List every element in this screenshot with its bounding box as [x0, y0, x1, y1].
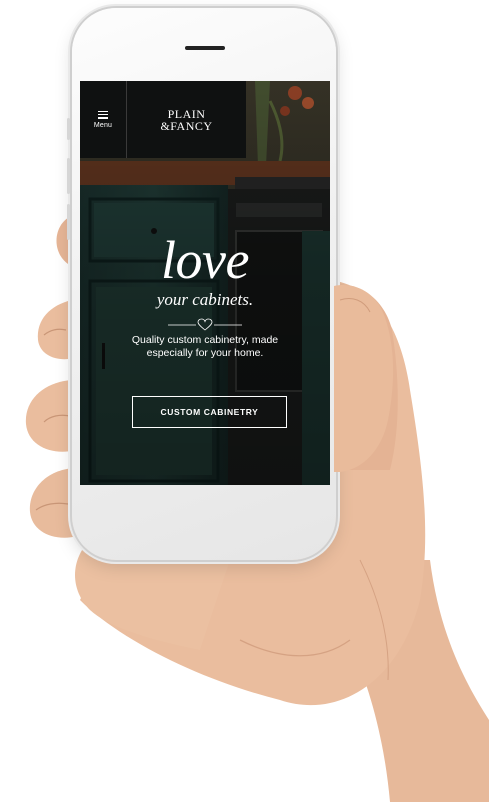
heart-icon [197, 318, 213, 331]
heart-divider [168, 318, 242, 331]
logo-line-2: &FANCY [160, 118, 213, 133]
logo-line-1: PLAIN [167, 106, 206, 121]
hero-title: love [161, 230, 249, 290]
menu-label: Menu [93, 121, 113, 129]
mute-switch [67, 118, 70, 140]
brand-logo[interactable]: PLAIN &FANCY [127, 81, 246, 158]
hero-description: Quality custom cabinetry, made especiall… [131, 334, 279, 359]
volume-down-button [67, 204, 70, 240]
phone-speaker [185, 46, 225, 50]
phone-screen: Menu PLAIN &FANCY love your cabinets. Qu… [80, 81, 330, 485]
volume-up-button [67, 158, 70, 194]
menu-icon [98, 110, 108, 119]
smartphone: Menu PLAIN &FANCY love your cabinets. Qu… [67, 8, 336, 560]
site-header: Menu PLAIN &FANCY [80, 81, 246, 158]
menu-button[interactable]: Menu [80, 81, 127, 158]
custom-cabinetry-button[interactable]: CUSTOM CABINETRY [132, 396, 287, 428]
hero-subtitle: your cabinets. [156, 290, 254, 309]
